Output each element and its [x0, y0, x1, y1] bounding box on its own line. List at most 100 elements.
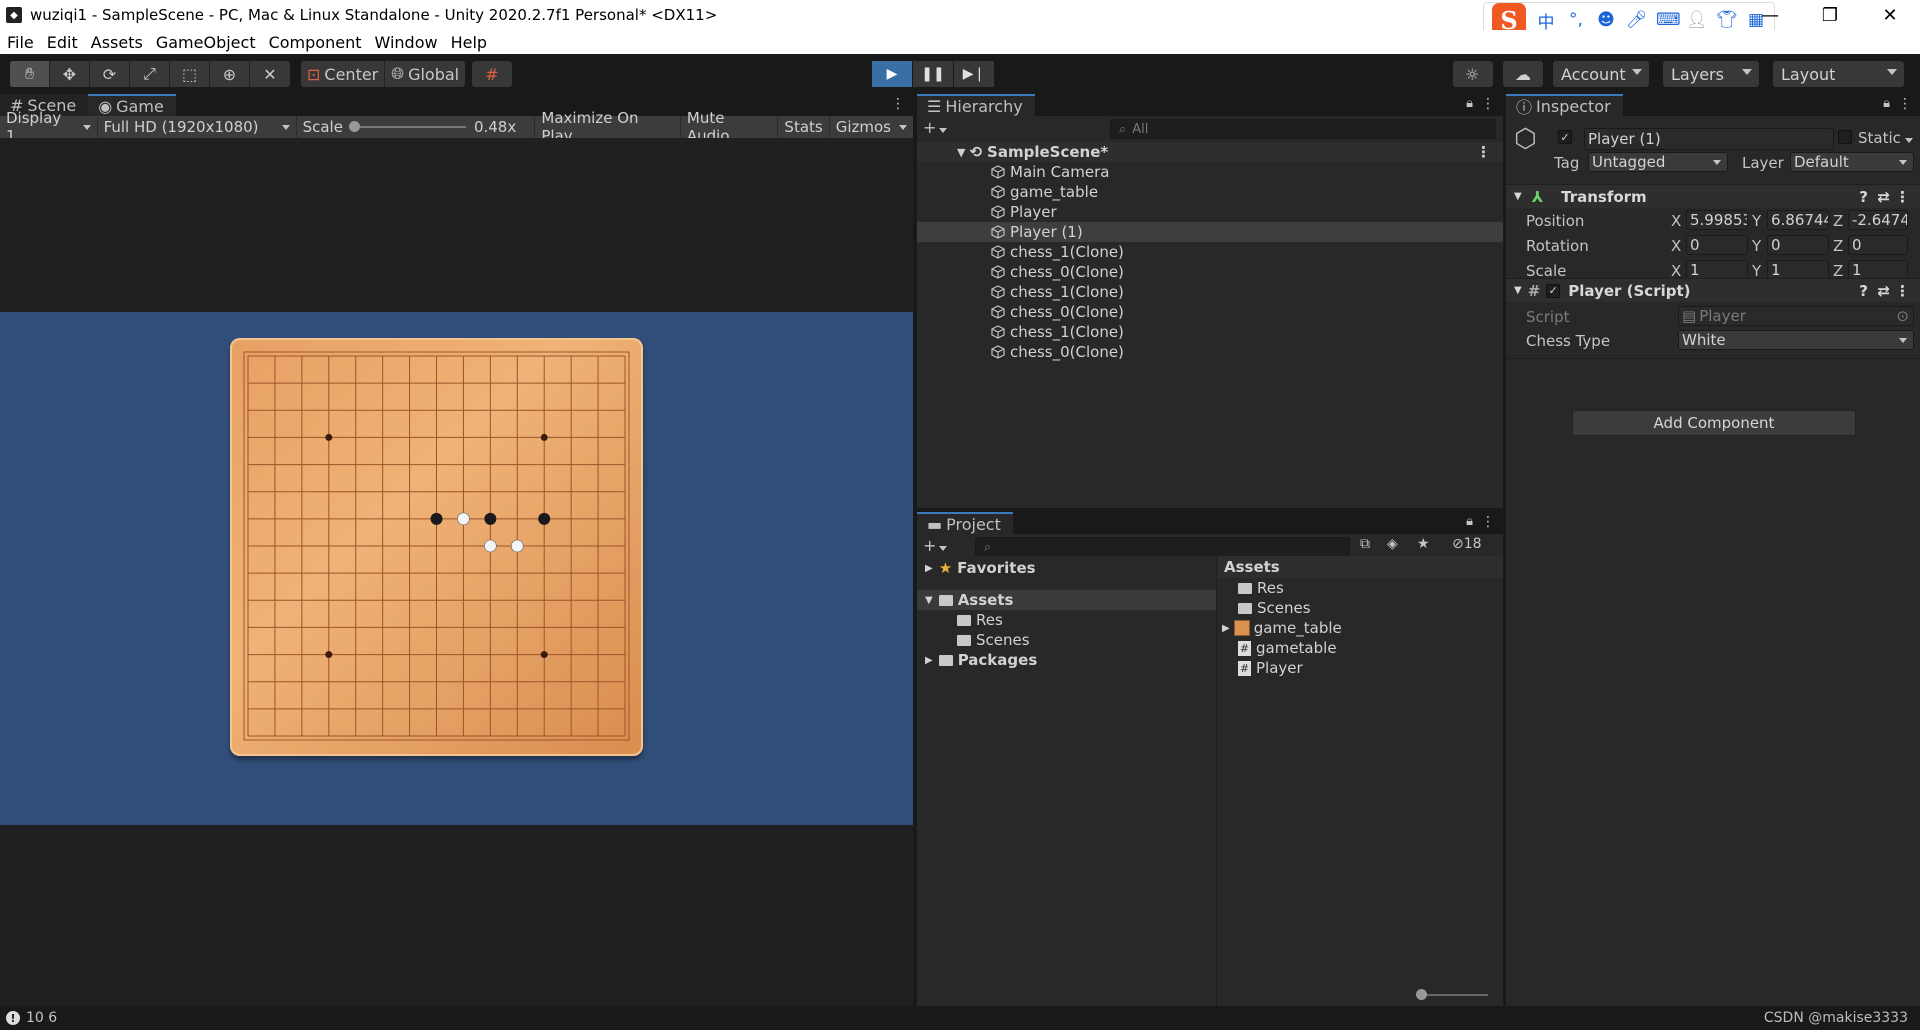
- expand-arrow-icon[interactable]: ▼: [925, 595, 933, 606]
- pause-button[interactable]: ❚❚: [913, 61, 953, 87]
- scale-x-field[interactable]: 1: [1686, 260, 1748, 280]
- scene-more-icon[interactable]: ⋮: [1476, 143, 1491, 161]
- console-warning-icon[interactable]: !: [6, 1011, 20, 1025]
- axis-y-label[interactable]: Y: [1752, 237, 1761, 255]
- pivot-center-button[interactable]: ⊡ Center: [301, 61, 386, 87]
- icon-size-slider[interactable]: [1416, 989, 1488, 1000]
- collapse-arrow-icon[interactable]: ▶: [925, 655, 933, 666]
- hand-icon[interactable]: ✋︎: [10, 61, 50, 87]
- grid-snap-icon[interactable]: #: [472, 61, 512, 87]
- collab-button[interactable]: ☼: [1453, 61, 1493, 87]
- gizmos-dropdown[interactable]: Gizmos: [830, 116, 913, 138]
- hierarchy-item[interactable]: chess_1(Clone): [917, 242, 1503, 262]
- axis-z-label[interactable]: Z: [1833, 237, 1843, 255]
- hierarchy-item[interactable]: chess_0(Clone): [917, 342, 1503, 362]
- rotate-icon[interactable]: ⟳: [90, 61, 130, 87]
- collapse-arrow-icon[interactable]: ▶: [925, 563, 933, 574]
- hierarchy-item[interactable]: chess_1(Clone): [917, 282, 1503, 302]
- step-button[interactable]: ▶❘: [954, 61, 994, 87]
- hierarchy-item[interactable]: chess_0(Clone): [917, 302, 1503, 322]
- axis-x-label[interactable]: X: [1671, 237, 1681, 255]
- preset-icon[interactable]: ⇄: [1877, 188, 1890, 206]
- scale-slider[interactable]: Scale 0.48x: [297, 116, 536, 138]
- asset-item[interactable]: Res: [1218, 578, 1503, 598]
- tab-inspector[interactable]: ⓘ Inspector: [1506, 94, 1623, 117]
- tag-dropdown[interactable]: Untagged: [1588, 152, 1728, 172]
- layout-dropdown[interactable]: Layout: [1773, 61, 1904, 87]
- scale-track[interactable]: [348, 121, 466, 132]
- scene-row[interactable]: ▼ ⟲ SampleScene* ⋮: [917, 142, 1503, 162]
- axis-x-label[interactable]: X: [1671, 212, 1681, 230]
- help-icon[interactable]: ?: [1859, 188, 1868, 206]
- cloud-button[interactable]: ☁: [1503, 61, 1543, 87]
- hierarchy-search-input[interactable]: ⌕ All: [1110, 119, 1496, 139]
- assets-row[interactable]: ▼ Assets: [917, 590, 1216, 610]
- collapse-arrow-icon[interactable]: ▼: [1514, 285, 1522, 296]
- create-button[interactable]: +: [923, 118, 948, 137]
- mute-audio-toggle[interactable]: Mute Audio: [681, 109, 779, 145]
- layer-dropdown[interactable]: Default: [1790, 152, 1914, 172]
- packages-row[interactable]: ▶ Packages: [917, 650, 1216, 670]
- asset-item[interactable]: Scenes: [1218, 598, 1503, 618]
- tab-project[interactable]: ▬ Project: [917, 512, 1013, 534]
- menu-help[interactable]: Help: [451, 33, 487, 52]
- chinese-mode-icon[interactable]: 中: [1536, 8, 1556, 33]
- position-x-field[interactable]: 5.99853: [1686, 210, 1748, 230]
- gomoku-board[interactable]: [230, 338, 643, 756]
- scale-y-field[interactable]: 1: [1767, 260, 1829, 280]
- filter-label-icon[interactable]: ◈: [1387, 536, 1398, 552]
- axis-z-label[interactable]: Z: [1833, 212, 1843, 230]
- space-global-button[interactable]: 🌐︎ Global: [385, 61, 465, 87]
- rect-icon[interactable]: ⬚: [170, 61, 210, 87]
- menu-window[interactable]: Window: [374, 33, 437, 52]
- help-icon[interactable]: ?: [1859, 282, 1868, 300]
- component-more-icon[interactable]: ⋮: [1895, 282, 1910, 300]
- rotation-z-field[interactable]: 0: [1848, 235, 1908, 255]
- stats-toggle[interactable]: Stats: [778, 116, 830, 138]
- menu-gameobject[interactable]: GameObject: [156, 33, 256, 52]
- tab-hierarchy[interactable]: ☰ Hierarchy: [917, 94, 1035, 116]
- transform-icon[interactable]: ⊕: [210, 61, 250, 87]
- lock-icon[interactable]: 🔒︎: [1883, 96, 1890, 111]
- more-icon[interactable]: ⋮: [1481, 96, 1495, 112]
- layers-dropdown[interactable]: Layers: [1663, 61, 1759, 87]
- hidden-packages-toggle[interactable]: ⊘18: [1452, 536, 1482, 552]
- microphone-icon[interactable]: 🎤︎: [1626, 10, 1648, 30]
- transform-header[interactable]: ▼ ⅄ Transform ? ⇄ ⋮: [1506, 184, 1920, 208]
- game-viewport[interactable]: [0, 138, 913, 1006]
- position-z-field[interactable]: -2.6474: [1848, 210, 1908, 230]
- object-name-field[interactable]: Player (1): [1584, 128, 1834, 150]
- menu-assets[interactable]: Assets: [91, 33, 143, 52]
- user-icon[interactable]: 👤︎: [1686, 10, 1708, 30]
- custom-tool-icon[interactable]: ✕: [250, 61, 290, 87]
- expand-arrow-icon[interactable]: ▶: [1222, 623, 1230, 634]
- close-button[interactable]: ✕: [1860, 0, 1920, 30]
- axis-y-label[interactable]: Y: [1752, 212, 1761, 230]
- hierarchy-item[interactable]: Main Camera: [917, 162, 1503, 182]
- tree-folder-res[interactable]: Res: [917, 610, 1216, 630]
- add-component-button[interactable]: Add Component: [1572, 410, 1856, 436]
- shirt-icon[interactable]: 👕︎: [1716, 10, 1738, 30]
- scale-thumb[interactable]: [348, 121, 360, 132]
- keyboard-icon[interactable]: ⌨: [1656, 10, 1681, 30]
- scale-icon[interactable]: ⤢: [130, 61, 170, 87]
- position-y-field[interactable]: 6.86744: [1767, 210, 1829, 230]
- more-icon[interactable]: ⋮: [891, 96, 905, 112]
- icon-size-thumb[interactable]: [1416, 989, 1427, 1000]
- lock-icon[interactable]: 🔒︎: [1466, 96, 1473, 111]
- minimize-button[interactable]: —: [1740, 0, 1800, 30]
- asset-item[interactable]: # gametable: [1218, 638, 1503, 658]
- menu-component[interactable]: Component: [269, 33, 362, 52]
- component-more-icon[interactable]: ⋮: [1895, 188, 1910, 206]
- resolution-dropdown[interactable]: Full HD (1920x1080): [98, 116, 297, 138]
- project-search-input[interactable]: ⌕: [975, 537, 1350, 557]
- filter-type-icon[interactable]: ⧉: [1360, 536, 1370, 552]
- console-count[interactable]: 10 6: [26, 1010, 57, 1026]
- rotation-y-field[interactable]: 0: [1767, 235, 1829, 255]
- player-script-header[interactable]: ▼ # ✓ Player (Script) ? ⇄ ⋮: [1506, 278, 1920, 302]
- chess-type-dropdown[interactable]: White: [1678, 330, 1914, 350]
- preset-icon[interactable]: ⇄: [1877, 282, 1890, 300]
- play-button[interactable]: ▶: [872, 61, 912, 87]
- favorite-star-icon[interactable]: ★: [1417, 536, 1430, 552]
- hierarchy-item[interactable]: Player (1): [917, 222, 1503, 242]
